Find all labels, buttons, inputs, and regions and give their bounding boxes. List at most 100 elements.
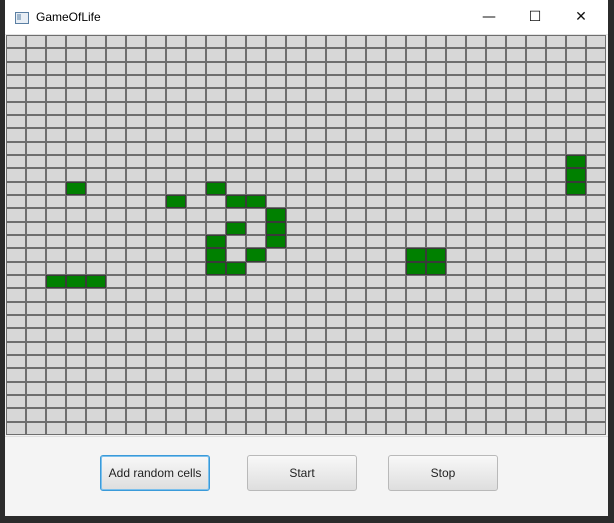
dead-cell[interactable] — [346, 234, 366, 249]
dead-cell[interactable] — [466, 408, 486, 422]
dead-cell[interactable] — [146, 48, 166, 62]
dead-cell[interactable] — [466, 354, 486, 369]
alive-cell[interactable] — [426, 248, 446, 262]
dead-cell[interactable] — [406, 234, 426, 249]
dead-cell[interactable] — [146, 114, 166, 129]
dead-cell[interactable] — [586, 141, 606, 155]
dead-cell[interactable] — [206, 288, 226, 302]
dead-cell[interactable] — [586, 261, 606, 275]
dead-cell[interactable] — [106, 128, 126, 142]
dead-cell[interactable] — [266, 88, 286, 102]
dead-cell[interactable] — [286, 48, 306, 62]
dead-cell[interactable] — [346, 141, 366, 155]
dead-cell[interactable] — [506, 341, 526, 355]
dead-cell[interactable] — [186, 48, 206, 62]
dead-cell[interactable] — [166, 141, 186, 155]
dead-cell[interactable] — [26, 248, 46, 262]
dead-cell[interactable] — [6, 221, 26, 235]
dead-cell[interactable] — [506, 48, 526, 62]
dead-cell[interactable] — [166, 61, 186, 75]
dead-cell[interactable] — [206, 208, 226, 222]
dead-cell[interactable] — [446, 408, 466, 422]
dead-cell[interactable] — [266, 394, 286, 409]
dead-cell[interactable] — [286, 261, 306, 275]
dead-cell[interactable] — [146, 368, 166, 382]
dead-cell[interactable] — [266, 354, 286, 369]
dead-cell[interactable] — [66, 381, 86, 395]
dead-cell[interactable] — [566, 394, 586, 409]
dead-cell[interactable] — [426, 301, 446, 315]
alive-cell[interactable] — [206, 234, 226, 249]
dead-cell[interactable] — [546, 408, 566, 422]
dead-cell[interactable] — [446, 234, 466, 249]
dead-cell[interactable] — [186, 261, 206, 275]
dead-cell[interactable] — [526, 341, 546, 355]
dead-cell[interactable] — [226, 328, 246, 342]
dead-cell[interactable] — [186, 354, 206, 369]
dead-cell[interactable] — [106, 394, 126, 409]
dead-cell[interactable] — [326, 48, 346, 62]
dead-cell[interactable] — [406, 221, 426, 235]
dead-cell[interactable] — [446, 274, 466, 289]
dead-cell[interactable] — [306, 35, 326, 49]
dead-cell[interactable] — [586, 61, 606, 75]
dead-cell[interactable] — [386, 61, 406, 75]
dead-cell[interactable] — [326, 154, 346, 169]
dead-cell[interactable] — [106, 301, 126, 315]
dead-cell[interactable] — [486, 394, 506, 409]
dead-cell[interactable] — [6, 368, 26, 382]
dead-cell[interactable] — [226, 421, 246, 435]
dead-cell[interactable] — [446, 141, 466, 155]
dead-cell[interactable] — [46, 208, 66, 222]
alive-cell[interactable] — [566, 154, 586, 169]
dead-cell[interactable] — [246, 274, 266, 289]
dead-cell[interactable] — [106, 368, 126, 382]
dead-cell[interactable] — [306, 288, 326, 302]
dead-cell[interactable] — [426, 141, 446, 155]
dead-cell[interactable] — [66, 314, 86, 329]
dead-cell[interactable] — [426, 114, 446, 129]
dead-cell[interactable] — [446, 288, 466, 302]
dead-cell[interactable] — [46, 248, 66, 262]
dead-cell[interactable] — [346, 288, 366, 302]
dead-cell[interactable] — [106, 221, 126, 235]
dead-cell[interactable] — [166, 88, 186, 102]
dead-cell[interactable] — [46, 221, 66, 235]
dead-cell[interactable] — [246, 114, 266, 129]
dead-cell[interactable] — [466, 301, 486, 315]
dead-cell[interactable] — [26, 381, 46, 395]
dead-cell[interactable] — [426, 101, 446, 115]
dead-cell[interactable] — [186, 221, 206, 235]
dead-cell[interactable] — [86, 194, 106, 209]
dead-cell[interactable] — [426, 168, 446, 182]
dead-cell[interactable] — [526, 168, 546, 182]
dead-cell[interactable] — [366, 181, 386, 195]
dead-cell[interactable] — [26, 61, 46, 75]
dead-cell[interactable] — [566, 354, 586, 369]
alive-cell[interactable] — [566, 181, 586, 195]
dead-cell[interactable] — [126, 168, 146, 182]
dead-cell[interactable] — [146, 154, 166, 169]
dead-cell[interactable] — [226, 368, 246, 382]
dead-cell[interactable] — [126, 35, 146, 49]
dead-cell[interactable] — [426, 354, 446, 369]
dead-cell[interactable] — [6, 408, 26, 422]
dead-cell[interactable] — [366, 221, 386, 235]
dead-cell[interactable] — [26, 354, 46, 369]
dead-cell[interactable] — [126, 381, 146, 395]
dead-cell[interactable] — [326, 394, 346, 409]
dead-cell[interactable] — [406, 35, 426, 49]
dead-cell[interactable] — [186, 248, 206, 262]
dead-cell[interactable] — [246, 128, 266, 142]
dead-cell[interactable] — [366, 354, 386, 369]
dead-cell[interactable] — [66, 128, 86, 142]
dead-cell[interactable] — [246, 88, 266, 102]
dead-cell[interactable] — [326, 88, 346, 102]
dead-cell[interactable] — [326, 301, 346, 315]
dead-cell[interactable] — [566, 194, 586, 209]
dead-cell[interactable] — [386, 394, 406, 409]
dead-cell[interactable] — [66, 261, 86, 275]
dead-cell[interactable] — [586, 394, 606, 409]
dead-cell[interactable] — [586, 381, 606, 395]
dead-cell[interactable] — [466, 154, 486, 169]
